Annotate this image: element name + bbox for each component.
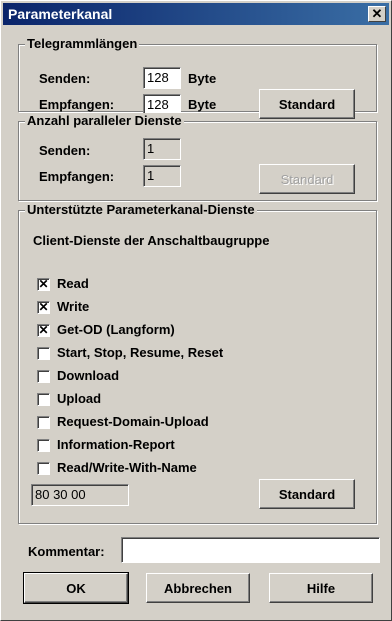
service-checkbox[interactable]: ✕ [37,324,50,337]
service-checkbox-label: Write [57,299,90,314]
parallel-recv-label: Empfangen: [39,169,115,184]
telegram-send-input[interactable]: 128 [143,67,181,89]
window-title: Parameterkanal [8,6,113,22]
help-button[interactable]: Hilfe [269,573,373,603]
dialog-window: Parameterkanal ✕ Telegrammlängen Senden:… [0,0,392,621]
parallel-recv-input[interactable]: 1 [143,165,181,187]
cancel-button[interactable]: Abbrechen [146,573,250,603]
service-checkbox[interactable] [37,439,50,452]
close-button[interactable]: ✕ [368,6,386,22]
ok-button[interactable]: OK [23,572,129,604]
services-standard-button[interactable]: Standard [259,479,355,509]
services-sublabel: Client-Dienste der Anschaltbaugruppe [33,233,270,248]
service-checkbox[interactable]: ✕ [37,278,50,291]
parallel-standard-button[interactable]: Standard [259,164,355,194]
group-supported-services: Unterstützte Parameterkanal-Dienste [18,202,377,524]
service-checkbox-label: Read/Write-With-Name [57,460,197,475]
service-checkbox[interactable] [37,347,50,360]
comment-label: Kommentar: [28,544,105,559]
group-legend: Anzahl paralleler Dienste [25,113,184,128]
telegram-send-label: Senden: [39,71,91,86]
service-checkbox[interactable] [37,416,50,429]
telegram-recv-unit: Byte [188,97,217,112]
service-checkbox-label: Download [57,368,120,383]
service-checkbox-label: Information-Report [57,437,175,452]
service-checkbox-label: Upload [57,391,102,406]
close-icon: ✕ [371,6,383,21]
services-hex-field: 80 30 00 [31,484,129,506]
parallel-send-input[interactable]: 1 [143,138,181,160]
service-checkbox[interactable] [37,462,50,475]
group-legend: Unterstützte Parameterkanal-Dienste [25,202,257,217]
title-bar[interactable]: Parameterkanal ✕ [3,3,389,25]
service-checkbox-label: Request-Domain-Upload [57,414,209,429]
comment-input[interactable] [121,537,380,563]
service-checkbox-label: Get-OD (Langform) [57,322,175,337]
service-checkbox-label: Start, Stop, Resume, Reset [57,345,224,360]
service-checkbox[interactable] [37,370,50,383]
service-checkbox-label: Read [57,276,89,291]
service-checkbox[interactable] [37,393,50,406]
parallel-send-label: Senden: [39,143,91,158]
telegram-recv-label: Empfangen: [39,97,115,112]
group-legend: Telegrammlängen [25,36,140,51]
telegram-standard-button[interactable]: Standard [259,89,355,119]
telegram-send-unit: Byte [188,71,217,86]
service-checkbox[interactable]: ✕ [37,301,50,314]
